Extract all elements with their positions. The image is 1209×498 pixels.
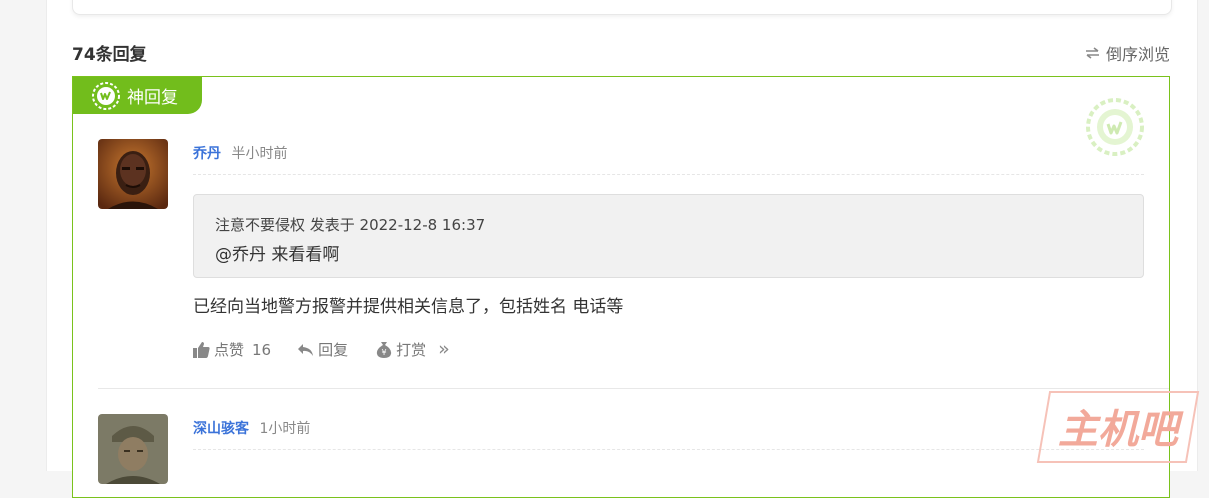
swap-arrows-icon: [1085, 47, 1099, 59]
quote-block: 注意不要侵权 发表于 2022-12-8 16:37 @乔丹 来看看啊: [193, 194, 1144, 278]
like-count: 16: [252, 340, 272, 359]
meta-divider: [193, 174, 1144, 175]
quote-body: @乔丹 来看看啊: [215, 245, 340, 265]
reply-label: 回复: [318, 341, 349, 359]
site-watermark-text: 主机吧: [1058, 407, 1184, 453]
post-time: 半小时前: [231, 146, 288, 162]
like-label: 点赞: [214, 341, 245, 359]
previous-post-card: [72, 0, 1172, 15]
avatar[interactable]: [98, 139, 168, 209]
quote-header: 注意不要侵权 发表于 2022-12-8 16:37: [215, 216, 486, 234]
reward-label: 打赏: [396, 341, 427, 359]
post-actions: 点赞 16 回复 ¥ 打赏 »: [193, 338, 450, 360]
post-divider: [98, 388, 1169, 389]
god-reply-section: 神回复 乔丹 半小时前 注意不要侵权 发表于 2022-12-8 16:37 @…: [72, 76, 1170, 498]
god-reply-badge-icon: [92, 81, 120, 110]
post-time: 1小时前: [259, 421, 311, 437]
post-meta: 乔丹 半小时前: [193, 143, 287, 163]
reply-arrow-icon: [298, 343, 314, 356]
money-bag-icon: ¥: [377, 342, 392, 358]
meta-divider: [193, 449, 1144, 450]
reverse-sort-button[interactable]: 倒序浏览: [1085, 41, 1170, 65]
post-content: 已经向当地警方报警并提供相关信息了，包括姓名 电话等: [193, 297, 624, 317]
god-reply-tag: 神回复: [73, 77, 202, 114]
author-name[interactable]: 乔丹: [193, 146, 221, 162]
avatar[interactable]: [98, 414, 168, 484]
site-watermark-logo: 主机吧: [1036, 391, 1200, 463]
author-name[interactable]: 深山骇客: [193, 421, 249, 437]
reward-button[interactable]: ¥ 打赏: [376, 339, 426, 360]
more-actions-icon[interactable]: »: [438, 338, 450, 360]
god-reply-stamp-icon: [1086, 98, 1144, 156]
reply-count-heading: 74条回复: [72, 45, 147, 65]
like-button[interactable]: 点赞 16: [193, 339, 271, 360]
sort-label: 倒序浏览: [1105, 45, 1170, 64]
reply-button[interactable]: 回复: [297, 339, 348, 360]
svg-text:¥: ¥: [382, 348, 387, 357]
post-meta: 深山骇客 1小时前: [193, 418, 310, 438]
thumbs-up-icon: [193, 341, 210, 358]
god-reply-tag-label: 神回复: [127, 88, 178, 108]
